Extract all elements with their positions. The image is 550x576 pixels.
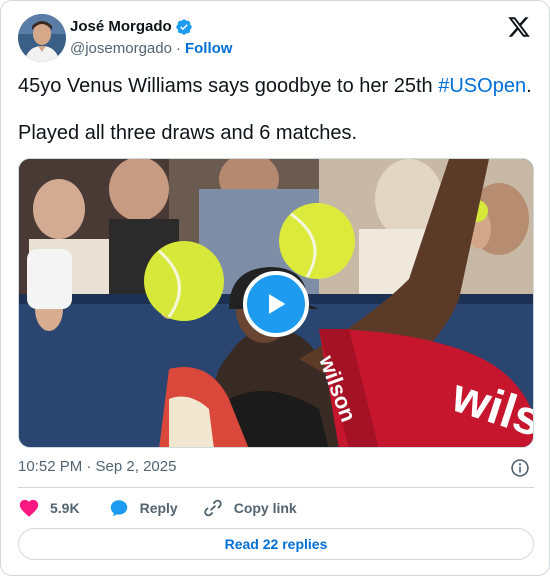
avatar[interactable] bbox=[18, 14, 66, 62]
reply-button[interactable]: Reply bbox=[108, 497, 178, 519]
timestamp[interactable]: 10:52 PM · Sep 2, 2025 bbox=[18, 457, 176, 477]
verified-badge-icon bbox=[176, 19, 192, 35]
tweet-text-start: 45yo Venus Williams says goodbye to her … bbox=[18, 75, 439, 97]
author-handle[interactable]: @josemorgado bbox=[70, 39, 172, 59]
copy-link-button[interactable]: Copy link bbox=[202, 497, 297, 519]
separator-dot: · bbox=[175, 40, 181, 57]
reply-bubble-icon bbox=[110, 500, 127, 517]
avatar-image bbox=[18, 14, 66, 62]
reply-label: Reply bbox=[139, 500, 178, 516]
heart-icon bbox=[19, 499, 39, 517]
copy-link-label: Copy link bbox=[233, 500, 297, 516]
action-bar: 5.9K Reply Copy link bbox=[18, 496, 297, 520]
info-icon[interactable] bbox=[510, 458, 530, 478]
tweet-text: 45yo Venus Williams says goodbye to her … bbox=[18, 73, 538, 146]
author-name[interactable]: José Morgado bbox=[70, 17, 172, 37]
hashtag-link[interactable]: #USOpen bbox=[438, 75, 526, 97]
x-logo-icon[interactable] bbox=[507, 15, 531, 39]
tweet-text-end: . bbox=[526, 75, 532, 97]
like-button[interactable]: 5.9K bbox=[18, 497, 80, 519]
divider bbox=[18, 487, 534, 488]
like-count: 5.9K bbox=[50, 500, 80, 516]
play-button[interactable] bbox=[243, 271, 309, 337]
tweet-card: José Morgado @josemorgado · Follow 45yo … bbox=[0, 0, 550, 576]
follow-button[interactable]: Follow bbox=[185, 39, 233, 59]
video-media[interactable]: wilson wilson bbox=[18, 158, 534, 448]
read-replies-button[interactable]: Read 22 replies bbox=[18, 528, 534, 560]
tweet-text-line2: Played all three draws and 6 matches. bbox=[18, 122, 358, 144]
link-icon bbox=[203, 499, 222, 517]
play-icon bbox=[269, 294, 286, 314]
